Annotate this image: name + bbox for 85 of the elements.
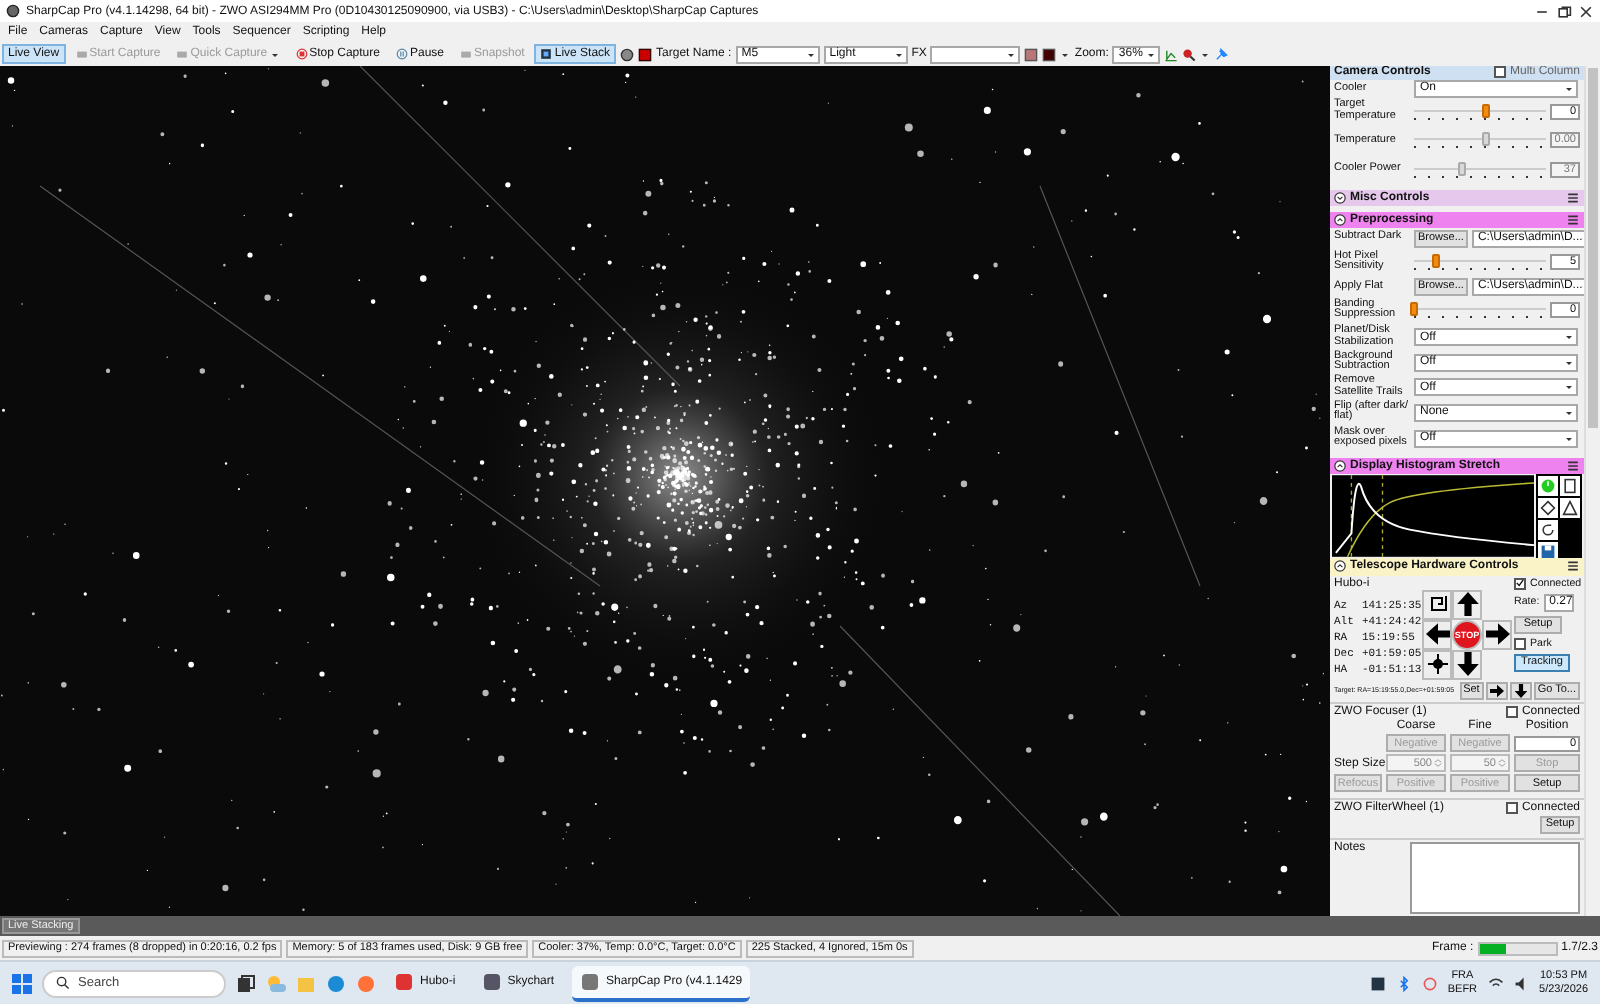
app-icon bbox=[481, 971, 502, 991]
arrow-button[interactable] bbox=[1485, 681, 1508, 700]
circle-icon bbox=[620, 47, 635, 61]
pause-icon bbox=[395, 48, 408, 60]
checkbox[interactable] bbox=[1505, 801, 1518, 814]
chart-icon bbox=[1164, 47, 1179, 61]
restore-icon bbox=[1556, 3, 1572, 19]
folder-icon bbox=[296, 973, 316, 993]
caret-icon bbox=[1564, 382, 1574, 393]
app-icon bbox=[580, 971, 601, 991]
stop-icon bbox=[295, 48, 308, 60]
north-button[interactable] bbox=[1452, 589, 1482, 620]
checkbox[interactable] bbox=[1493, 66, 1506, 79]
caret-icon bbox=[1060, 49, 1071, 59]
chevron-icon bbox=[1334, 560, 1346, 573]
menu-icon bbox=[1566, 191, 1580, 204]
arrow-icon bbox=[1455, 592, 1479, 617]
chevron-icon bbox=[1334, 460, 1346, 473]
fx-dropdown[interactable] bbox=[930, 45, 1021, 63]
spiral-button[interactable] bbox=[1422, 589, 1452, 620]
west-button[interactable] bbox=[1422, 619, 1452, 650]
caret-icon bbox=[1564, 433, 1574, 444]
checkbox[interactable] bbox=[1514, 577, 1526, 590]
expand-icon bbox=[1540, 499, 1556, 516]
reset-icon bbox=[1540, 521, 1556, 538]
search-icon bbox=[56, 976, 70, 990]
caret-icon bbox=[893, 49, 904, 59]
menu-icon bbox=[1566, 560, 1580, 573]
app-icon bbox=[394, 971, 414, 991]
caret-icon bbox=[1200, 49, 1211, 59]
chevron-icon bbox=[1334, 191, 1346, 204]
checkbox[interactable] bbox=[1514, 637, 1526, 650]
caret-icon bbox=[269, 49, 280, 59]
weather-icon bbox=[266, 973, 286, 993]
slider-track[interactable] bbox=[1414, 103, 1546, 120]
save-icon bbox=[1540, 543, 1556, 560]
square-icon bbox=[1024, 47, 1039, 61]
slider-thumb[interactable] bbox=[1410, 302, 1418, 317]
close-icon bbox=[1578, 3, 1594, 19]
spiral-icon bbox=[1427, 594, 1447, 615]
stack-icon bbox=[540, 48, 553, 60]
warning-icon bbox=[1562, 499, 1578, 516]
slider-track[interactable] bbox=[1414, 161, 1546, 178]
square-icon bbox=[638, 47, 653, 61]
slider-track[interactable] bbox=[1414, 254, 1546, 271]
wifi-icon bbox=[1487, 975, 1504, 991]
caret-icon bbox=[1146, 49, 1157, 59]
slider-thumb[interactable] bbox=[1482, 103, 1491, 118]
task-view-icon bbox=[236, 973, 256, 993]
pin-icon bbox=[1214, 47, 1229, 61]
square-icon bbox=[1042, 47, 1057, 61]
document-icon bbox=[1562, 477, 1578, 494]
menu-icon bbox=[1566, 460, 1580, 473]
check-icon bbox=[1516, 578, 1524, 589]
center-button[interactable] bbox=[1422, 649, 1452, 680]
bluetooth-icon bbox=[1395, 975, 1412, 991]
south-button[interactable] bbox=[1452, 649, 1482, 680]
menu-icon bbox=[1566, 214, 1580, 226]
caret-icon bbox=[1006, 49, 1017, 59]
notes-field[interactable] bbox=[1410, 842, 1580, 915]
east-button[interactable] bbox=[1482, 619, 1512, 650]
crosshair-icon bbox=[1427, 654, 1447, 675]
spinner-icon bbox=[1434, 756, 1442, 771]
caret-icon bbox=[805, 49, 816, 59]
magnifier-icon bbox=[1182, 47, 1197, 61]
chevron-icon bbox=[1334, 214, 1346, 226]
start-icon bbox=[12, 973, 32, 993]
arrow-icon bbox=[1425, 622, 1449, 647]
caret-icon bbox=[1564, 407, 1574, 418]
volume-icon bbox=[1513, 975, 1530, 991]
caret-icon bbox=[1564, 357, 1574, 368]
checkbox[interactable] bbox=[1505, 706, 1518, 719]
slider-track[interactable] bbox=[1414, 132, 1546, 149]
app-icon bbox=[6, 4, 20, 18]
spinner-icon bbox=[1498, 756, 1506, 771]
arrow-button[interactable] bbox=[1509, 681, 1532, 700]
scrollbar[interactable] bbox=[1584, 66, 1600, 916]
caret-icon bbox=[1564, 83, 1574, 94]
caret-icon bbox=[1564, 332, 1574, 343]
arrow-icon bbox=[1485, 622, 1509, 647]
scroll-thumb[interactable] bbox=[1588, 68, 1598, 428]
slider-thumb[interactable] bbox=[1432, 254, 1441, 269]
arrow-icon bbox=[1455, 652, 1479, 677]
power-icon bbox=[1540, 477, 1556, 494]
slider-track[interactable] bbox=[1414, 302, 1546, 319]
